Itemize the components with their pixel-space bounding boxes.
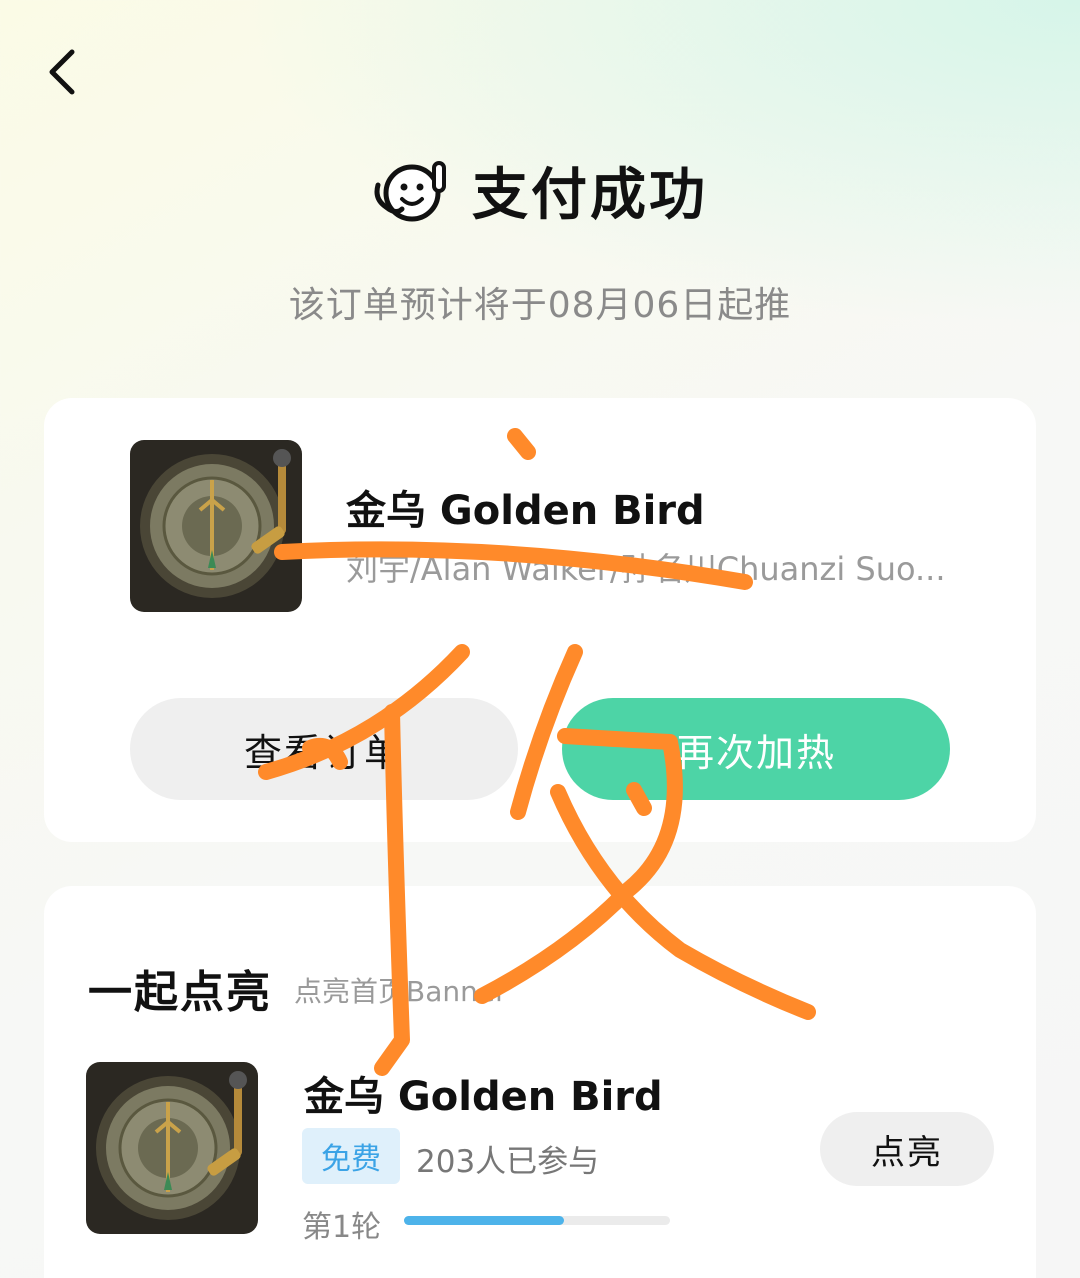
song-cover [86, 1062, 258, 1234]
page-title: 支付成功 [472, 163, 708, 228]
order-card: 金乌 Golden Bird 刘宇/Alan Walker/孙名川Chuanzi… [44, 398, 1036, 842]
reheat-button[interactable]: 再次加热 [562, 698, 950, 800]
section-subtitle: 点亮首页Banner [294, 975, 507, 1008]
chevron-left-icon [49, 49, 75, 95]
song-cover [130, 440, 302, 612]
push-date-notice: 该订单预计将于08月06日起推 [288, 285, 792, 326]
page-header: 支付成功 [0, 150, 1080, 231]
album-cover-image [86, 1062, 258, 1234]
section-title: 一起点亮 [88, 967, 272, 1018]
round-progress-bar [404, 1216, 670, 1225]
free-badge: 免费 [302, 1128, 400, 1184]
round-label: 第1轮 [302, 1210, 382, 1245]
song-title: 金乌 Golden Bird [304, 1074, 663, 1120]
back-button[interactable] [40, 44, 90, 100]
album-cover-image [130, 440, 302, 612]
round-progress-fill [404, 1216, 564, 1225]
waving-mascot-icon [374, 160, 446, 221]
view-order-button[interactable]: 查看订单 [130, 698, 518, 800]
light-up-card: 一起点亮 点亮首页Banner 金乌 Golden Bird 免费 203人已参… [44, 886, 1036, 1278]
participant-count: 203人已参与 [416, 1144, 600, 1180]
song-title: 金乌 Golden Bird [346, 488, 705, 534]
light-up-button[interactable]: 点亮 [820, 1112, 994, 1186]
song-artist: 刘宇/Alan Walker/孙名川Chuanzi Suo... [346, 550, 946, 588]
